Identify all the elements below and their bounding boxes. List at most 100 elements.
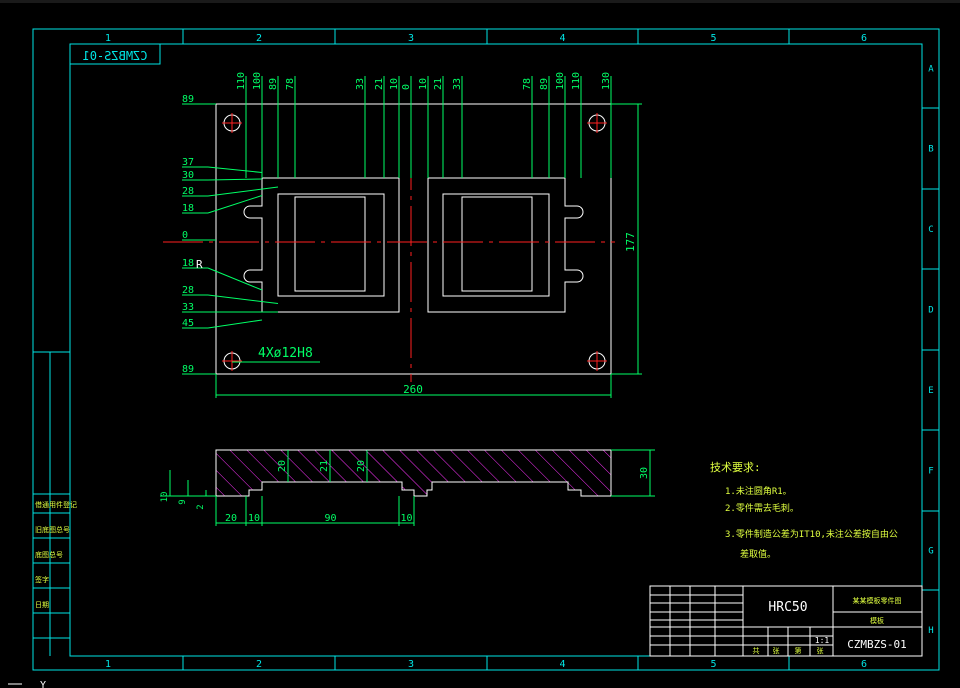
hole-callout: 4Xø12H8 [258,346,313,361]
side-strip-label: 日期 [35,601,49,609]
pocket-depth-label: 20 [356,460,367,472]
drawing-number: CZMBZS-01 [847,638,907,651]
top-dim-label: 10 [389,78,400,90]
small-dim-label: 9 [178,499,188,504]
hardness-text: HRC50 [768,600,807,615]
section-profile [215,449,612,497]
top-dim-label: 78 [285,78,296,90]
left-dim-label: 28 [182,186,194,197]
side-strip-label: 借通用件登记 [35,500,77,509]
top-dim-label: 110 [571,72,582,90]
title-block: HRC50 某某模板零件图模板 1:1 CZMBZS-01 共 张 第 张 [649,585,923,657]
mirrored-code-box: CZMBZS-01 [69,43,161,65]
row-label: B [928,145,933,155]
width-dim: 260 [403,383,423,396]
left-dim-label: 30 [182,170,194,181]
top-dimensions: 110 100 89 78 33 21 10 0 10 21 33 78 89 100 110 130 [236,72,612,178]
left-dim-label: 18 [182,258,194,269]
r-label: R [196,258,203,271]
inner-frame [69,43,923,657]
side-strip-label: 底图总号 [35,550,63,559]
sheet-label: 张 [817,646,824,655]
column-label-top: 6 [861,33,867,44]
top-dim-label: 100 [555,72,566,90]
scale-text: 1:1 [815,636,830,645]
plan-view [163,94,615,382]
bottom-dim-label: 20 [225,513,237,524]
top-dim-label: 33 [355,78,366,90]
left-pocket-outer [243,177,400,313]
window-top-bar [0,0,960,3]
column-zone-marks-bottom: 1 2 3 4 5 6 [105,656,867,670]
small-dim-label: 10 [160,492,170,503]
pocket-depth-label: 20 [277,460,288,472]
bottom-dim-label: 10 [400,513,412,524]
row-label: D [928,306,933,316]
column-label-top: 3 [408,33,414,44]
mirrored-code-text: CZMBZS-01 [82,49,147,63]
small-dim-label: 2 [196,504,206,509]
top-dim-label: 33 [452,78,463,90]
top-dim-label: 89 [268,78,279,90]
column-label-bottom: 4 [559,659,565,670]
row-label: F [928,467,933,477]
outer-frame [32,28,940,671]
tech-note-line: 3.零件制造公差为IT10,未注公差按自由公 [725,528,898,540]
section-view [215,449,612,497]
column-label-top: 5 [710,33,716,44]
left-dim-label: 45 [182,318,194,329]
left-dim-label: 18 [182,203,194,214]
plate-outline [215,103,612,375]
bottom-dim-label: 10 [248,513,260,524]
top-dim-label: 100 [252,72,263,90]
technical-requirements: 技术要求: 1.未注圆角R1。 2.零件需去毛刺。 3.零件制造公差为IT10,未注公… [710,461,898,560]
pocket-depth-label: 21 [319,460,330,472]
row-label: C [928,225,933,235]
left-dim-label: 0 [182,230,188,241]
ucs-icon: Y [8,680,46,688]
row-label: H [928,626,933,636]
top-dim-label: 78 [522,78,533,90]
top-dim-label: 110 [236,72,247,90]
cad-drawing-canvas[interactable]: 123456 123456 ABCDEFGH CZMBZS-01 借通用件登记旧… [0,0,960,688]
left-dim-label: 89 [182,94,194,105]
top-dim-label: 89 [539,78,550,90]
column-label-top: 4 [559,33,565,44]
column-label-top: 1 [105,33,111,44]
column-label-bottom: 3 [408,659,414,670]
row-label: E [928,386,933,396]
part-name-text: 某某模板零件图 [853,596,902,605]
plan-misc-dims: 260 177 4Xø12H8 [215,103,642,398]
axis-hint: Y [40,680,46,688]
tech-note-line: 1.未注圆角R1。 [725,485,792,497]
left-pocket-inner [294,196,366,292]
top-dim-label: 21 [433,78,444,90]
left-pocket-step [277,193,385,297]
row-label: G [928,547,933,557]
column-label-bottom: 1 [105,659,111,670]
column-label-bottom: 5 [710,659,716,670]
sheet-label: 张 [773,646,780,655]
row-zone-marks: A B C D E F G H [922,65,939,636]
column-label-top: 2 [256,33,262,44]
side-strip-labels: 借通用件登记旧底图总号底图总号签字日期 [35,500,77,609]
right-pocket-outer [427,177,584,313]
left-dim-label: 33 [182,302,194,313]
row-label: A [928,65,934,75]
thickness-label: 30 [639,467,650,479]
side-strip-label: 旧底图总号 [35,525,70,534]
material-text: 模板 [870,616,884,625]
left-dimensions: 89 37 30 28 18 0 18 28 33 45 89 [182,94,279,375]
side-strip-label: 签字 [35,575,49,584]
tech-note-line: 差取值。 [740,548,776,560]
top-dim-label: 0 [401,84,412,90]
sheet-label: 共 [753,646,760,655]
drawing-border [32,28,940,671]
column-label-bottom: 6 [861,659,867,670]
column-label-bottom: 2 [256,659,262,670]
top-dim-label: 130 [601,72,612,90]
height-dim: 177 [624,232,637,252]
left-dim-label: 28 [182,285,194,296]
left-dim-label: 89 [182,364,194,375]
top-dim-label: 21 [374,78,385,90]
